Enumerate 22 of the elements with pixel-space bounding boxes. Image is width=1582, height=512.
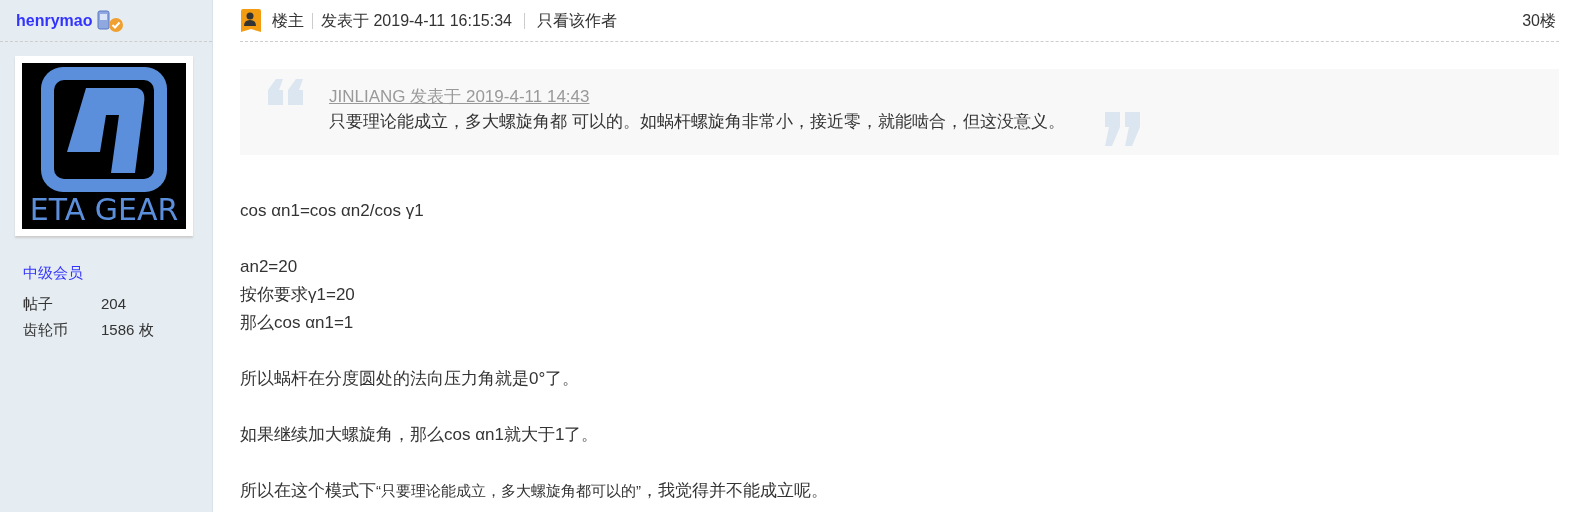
post-text: 所以蜗杆在分度圆处的法向压力角就是0°了。 bbox=[240, 368, 581, 390]
post-text: 所以在这个模式下“只要理论能成立，多大螺旋角都可以的”，我觉得并不能成立呢。 bbox=[240, 480, 829, 502]
stat-label: 齿轮币 bbox=[23, 319, 69, 340]
avatar-logo: ETA GEAR bbox=[22, 63, 186, 229]
quote-text: 只要理论能成立，多大螺旋角都 可以的。如蜗杆螺旋角非常小，接近零，就能啮合，但这没意义。 bbox=[329, 111, 1065, 133]
stat-label: 帖子 bbox=[23, 293, 54, 314]
floor-number: 30楼 bbox=[1522, 10, 1556, 31]
member-rank-link[interactable]: 中级会员 bbox=[23, 262, 189, 285]
stat-value: 204 bbox=[101, 293, 127, 314]
post-text: cos αn1=cos αn2/cos γ1 bbox=[240, 200, 425, 222]
close-quote-icon bbox=[1104, 112, 1142, 146]
author-role-label: 楼主 bbox=[272, 10, 304, 31]
stat-value: 1586 枚 bbox=[101, 319, 154, 340]
post-text: 如果继续加大螺旋角，那么cos αn1就大于1了。 bbox=[240, 424, 600, 446]
author-badge-icon bbox=[240, 8, 262, 33]
post-text: 那么cos αn1=1 bbox=[240, 312, 355, 334]
post-time: 发表于 2019-4-11 16:15:34 bbox=[321, 10, 512, 31]
post-text: an2=20 bbox=[240, 256, 299, 278]
open-quote-icon bbox=[268, 79, 305, 105]
post-text: 按你要求γ1=20 bbox=[240, 284, 356, 306]
author-only-link[interactable]: 只看该作者 bbox=[536, 8, 617, 33]
username-link[interactable]: henrymao bbox=[16, 8, 93, 33]
